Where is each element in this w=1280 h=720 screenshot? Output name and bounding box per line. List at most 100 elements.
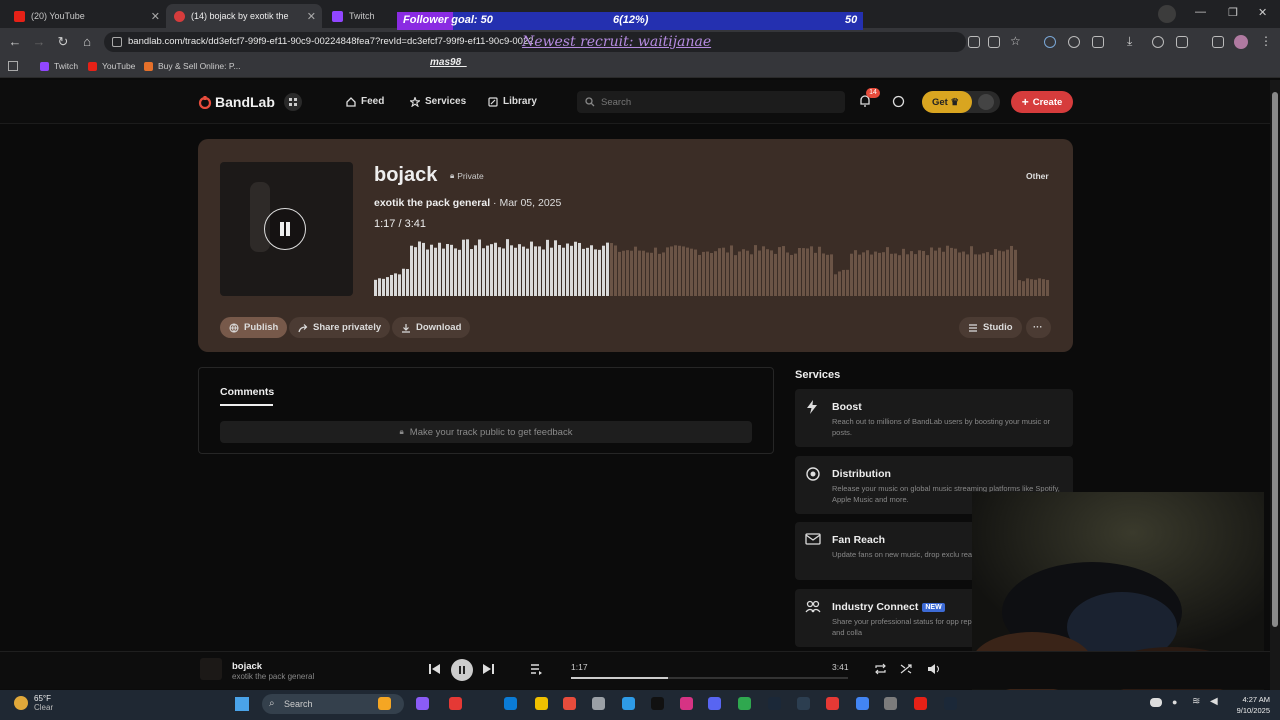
tab-search-icon[interactable] (1212, 36, 1224, 48)
maximize-icon[interactable]: ❐ (1228, 6, 1238, 19)
waveform-bar (758, 250, 761, 296)
apps-grid-icon[interactable] (8, 61, 18, 71)
taskbar-app-icon[interactable] (914, 697, 927, 710)
nav-library[interactable]: Library (488, 96, 537, 107)
profile-avatar[interactable] (978, 94, 994, 110)
share-privately-button[interactable]: Share privately (289, 317, 391, 338)
taskbar-app-icon[interactable] (563, 697, 576, 710)
windows-taskbar (0, 690, 1280, 720)
wifi-icon[interactable]: ≋ (1192, 696, 1200, 707)
taskbar-app-icon[interactable] (504, 697, 517, 710)
bookmark-twitch[interactable]: Twitch (40, 61, 78, 71)
taskbar-app-icon[interactable] (738, 697, 751, 710)
waveform-bar (658, 253, 661, 296)
back-icon[interactable]: ← (8, 35, 22, 49)
taskbar-app-icon[interactable] (535, 697, 548, 710)
gemini-icon[interactable] (1158, 5, 1176, 23)
bandlab-logo[interactable]: BandLab (198, 94, 275, 110)
extension-icon[interactable] (1044, 36, 1056, 48)
play-pause-overlay[interactable] (264, 208, 306, 250)
studio-button[interactable]: Studio (959, 317, 1022, 338)
player-track-artist[interactable]: exotik the pack general (232, 672, 314, 681)
waveform[interactable] (374, 236, 1050, 296)
cloud-icon[interactable] (1150, 698, 1162, 707)
nav-services[interactable]: Services (410, 96, 466, 107)
extensions-puzzle-icon[interactable] (1092, 36, 1104, 48)
avatar[interactable] (1234, 35, 1248, 49)
feedback-notice: 🔒︎ Make your track public to get feedbac… (220, 421, 752, 443)
page-scrollbar[interactable] (1270, 80, 1280, 690)
taskbar-app-icon[interactable] (768, 697, 781, 710)
taskbar-app-icon[interactable] (449, 697, 462, 710)
bookmark-youtube[interactable]: YouTube (88, 61, 135, 71)
volume-icon[interactable] (927, 663, 941, 675)
pause-icon (280, 222, 290, 236)
apps-grid-button[interactable] (284, 93, 302, 111)
play-pause-button[interactable] (451, 659, 473, 681)
search-input[interactable]: Search (577, 91, 845, 113)
mic-icon[interactable]: ● (1172, 697, 1177, 707)
membership-button[interactable]: Get ♛ (922, 91, 1000, 113)
queue-icon[interactable] (530, 663, 543, 675)
track-cover-art[interactable] (220, 162, 353, 296)
get-button[interactable]: Get ♛ (922, 91, 972, 113)
waveform-bar (986, 252, 989, 296)
extension-icon[interactable] (1068, 36, 1080, 48)
taskbar-app-icon[interactable] (416, 697, 429, 710)
download-button[interactable]: Download (392, 317, 471, 338)
next-icon[interactable] (482, 663, 495, 675)
windows-start-icon[interactable] (235, 697, 249, 711)
install-icon[interactable] (988, 36, 1000, 48)
more-options-button[interactable]: ··· (1026, 317, 1051, 338)
weather-widget[interactable]: 65°F Clear (14, 694, 53, 712)
scrollbar-thumb[interactable] (1272, 92, 1278, 627)
reload-icon[interactable]: ↻ (56, 35, 70, 49)
create-button[interactable]: + Create (1011, 91, 1073, 113)
taskbar-app-icon[interactable] (856, 697, 869, 710)
player-progress-bar[interactable] (571, 677, 848, 679)
waveform-bar (826, 254, 829, 296)
profile-icon[interactable] (1176, 36, 1188, 48)
window-close-icon[interactable]: ✕ (1258, 6, 1267, 19)
taskbar-app-icon[interactable] (797, 697, 810, 710)
site-info-icon[interactable] (112, 37, 122, 47)
header-search-button[interactable] (892, 95, 905, 108)
system-clock[interactable]: 4:27 AM 9/10/2025 (1228, 694, 1270, 716)
taskbar-app-icon[interactable] (378, 697, 391, 710)
tab-youtube[interactable]: (20) YouTube ✕ (6, 4, 166, 28)
publish-button[interactable]: Publish (220, 317, 288, 338)
taskbar-app-icon[interactable] (622, 697, 635, 710)
taskbar-app-icon[interactable] (944, 697, 957, 710)
taskbar-app-icon[interactable] (592, 697, 605, 710)
menu-icon[interactable]: ⋮ (1260, 34, 1272, 48)
nav-feed[interactable]: Feed (346, 96, 384, 107)
star-icon[interactable]: ☆ (1010, 34, 1021, 48)
waveform-bar (934, 250, 937, 296)
player-track-title[interactable]: bojack (232, 661, 262, 672)
tab-comments[interactable]: Comments (220, 386, 274, 398)
taskbar-app-icon[interactable] (651, 697, 664, 710)
home-icon[interactable]: ⌂ (80, 35, 94, 49)
translate-icon[interactable] (968, 36, 980, 48)
tab-twitch[interactable]: Twitch (324, 4, 394, 28)
taskbar-app-icon[interactable] (884, 697, 897, 710)
taskbar-app-icon[interactable] (680, 697, 693, 710)
artist-link[interactable]: exotik the pack general (374, 197, 490, 209)
waveform-bar (494, 242, 497, 296)
close-icon[interactable]: ✕ (151, 10, 160, 23)
bookmark-marketplace[interactable]: Buy & Sell Online: P... (144, 61, 241, 71)
previous-icon[interactable] (428, 663, 441, 675)
tab-bandlab[interactable]: (14) bojack by exotik the p ✕ (166, 4, 322, 28)
shuffle-icon[interactable] (900, 663, 913, 675)
speaker-icon[interactable]: ◀ (1210, 696, 1218, 707)
link-icon[interactable] (1152, 36, 1164, 48)
forward-icon[interactable]: → (32, 35, 46, 49)
taskbar-app-icon[interactable] (708, 697, 721, 710)
player-cover-art[interactable] (200, 658, 222, 680)
service-boost[interactable]: Boost Reach out to millions of BandLab u… (795, 389, 1073, 447)
close-icon[interactable]: ✕ (307, 10, 316, 23)
minimize-icon[interactable]: — (1195, 6, 1206, 18)
download-icon[interactable]: ⤓ (1127, 34, 1132, 49)
repeat-icon[interactable] (874, 663, 887, 675)
taskbar-app-icon[interactable] (826, 697, 839, 710)
